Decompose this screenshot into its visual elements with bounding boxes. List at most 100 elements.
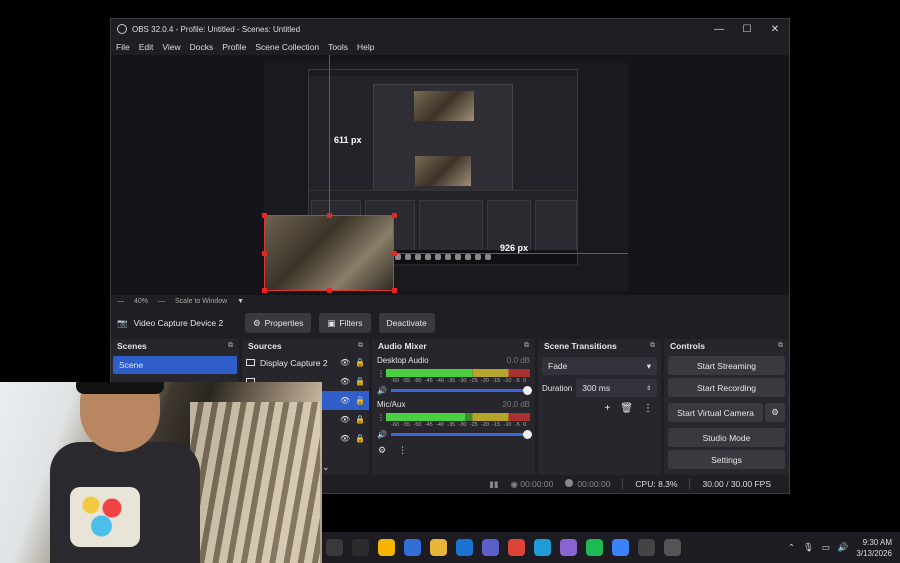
selected-source-name: Video Capture Device 2: [133, 318, 224, 328]
zoom-in-icon[interactable]: —: [158, 298, 165, 305]
game-app-icon[interactable]: [378, 539, 395, 556]
volume-meter: [386, 369, 530, 377]
volume-icon[interactable]: 🔊: [838, 542, 849, 553]
fps-readout: 30.00 / 30.00 FPS: [702, 479, 771, 489]
volume-slider[interactable]: [390, 430, 532, 439]
lock-icon[interactable]: 🔒: [355, 415, 365, 424]
edge-icon[interactable]: [534, 539, 551, 556]
volume-meter: [386, 413, 530, 421]
transition-select[interactable]: Fade ▾: [542, 357, 657, 375]
stream-icon: ◉: [510, 478, 521, 489]
studio-mode-button[interactable]: Studio Mode: [668, 428, 785, 447]
volume-slider[interactable]: [390, 386, 532, 395]
eye-icon[interactable]: 👁: [340, 415, 350, 424]
source-row[interactable]: Display Capture 2 👁 🔒: [242, 353, 369, 372]
measure-top-label: 611 px: [334, 135, 362, 145]
stream-indicator: ◉ 00:00:00: [510, 478, 554, 489]
filters-button[interactable]: ▣ Filters: [319, 313, 371, 333]
mixer-channel-mic: Mic/Aux 20.0 dB ⋮ -60 -55 -50 -45 -40 -35 -30-…: [372, 397, 535, 441]
mixer-menu-icon[interactable]: ⋮: [398, 445, 407, 456]
skull-app-icon[interactable]: [664, 539, 681, 556]
shirt-graphic: [70, 487, 140, 547]
menu-scene-collection[interactable]: Scene Collection: [255, 42, 319, 52]
microphone-icon[interactable]: 🎙: [803, 542, 814, 553]
channel-menu-icon[interactable]: ⋮: [377, 413, 385, 422]
dock-float-icon[interactable]: ⧉: [650, 342, 655, 350]
eye-icon[interactable]: 👁: [340, 396, 350, 405]
eye-icon[interactable]: 👁: [340, 377, 350, 386]
scene-canvas[interactable]: 611 px 926 px: [262, 55, 628, 293]
spotify-icon[interactable]: [586, 539, 603, 556]
scene-item[interactable]: Scene: [113, 356, 237, 374]
menu-docks[interactable]: Docks: [190, 42, 214, 52]
clock[interactable]: 9:30 AM 3/13/2026: [856, 537, 892, 559]
zoom-bar: — 40% — Scale to Window ▼: [111, 295, 789, 307]
speaker-icon[interactable]: 🔊: [377, 386, 387, 395]
menu-help[interactable]: Help: [357, 42, 374, 52]
virtual-camera-settings-icon[interactable]: ⚙: [765, 403, 785, 422]
stepper-icon[interactable]: ⇕: [646, 385, 651, 392]
lock-icon[interactable]: 🔒: [355, 377, 365, 386]
duration-input[interactable]: 300 ms ⇕: [576, 379, 657, 397]
start-recording-button[interactable]: Start Recording: [668, 378, 785, 397]
mixer-channel-desktop: Desktop Audio 0.0 dB ⋮ -60 -55 -50 -45 -40 -3…: [372, 353, 535, 397]
add-transition-icon[interactable]: +: [604, 403, 610, 414]
menu-edit[interactable]: Edit: [139, 42, 154, 52]
display-icon[interactable]: ▭: [822, 542, 830, 553]
rec-indicator: 00:00:00: [565, 479, 610, 489]
scenes-title: Scenes: [117, 341, 147, 351]
obs-app-icon[interactable]: [326, 539, 343, 556]
file-explorer-icon[interactable]: [352, 539, 369, 556]
minimize-button[interactable]: —: [705, 24, 733, 35]
close-button[interactable]: ✕: [761, 24, 789, 35]
obs-logo-icon: [117, 24, 127, 34]
folder-icon[interactable]: [430, 539, 447, 556]
deactivate-button[interactable]: Deactivate: [378, 313, 435, 333]
lock-icon[interactable]: 🔒: [355, 434, 365, 443]
teams-icon[interactable]: [482, 539, 499, 556]
chrome-icon[interactable]: [508, 539, 525, 556]
start-virtual-camera-button[interactable]: Start Virtual Camera: [668, 403, 763, 422]
app-blue-icon[interactable]: [612, 539, 629, 556]
start-streaming-button[interactable]: Start Streaming: [668, 356, 785, 375]
dock-float-icon[interactable]: ⧉: [228, 342, 233, 350]
speaker-icon[interactable]: 🔊: [377, 430, 387, 439]
menu-tools[interactable]: Tools: [328, 42, 348, 52]
channel-db: 20.0 dB: [502, 400, 530, 409]
menu-file[interactable]: File: [116, 42, 130, 52]
channel-menu-icon[interactable]: ⋮: [377, 369, 385, 378]
obs-running-icon[interactable]: [638, 539, 655, 556]
trash-icon[interactable]: 🗑: [620, 403, 633, 414]
menu-profile[interactable]: Profile: [222, 42, 246, 52]
eye-icon[interactable]: 👁: [340, 434, 350, 443]
dock-float-icon[interactable]: ⧉: [778, 342, 783, 350]
cpu-usage: CPU: 8.3%: [635, 479, 678, 489]
chevron-up-icon[interactable]: ⌃: [788, 542, 795, 553]
channel-name: Desktop Audio: [377, 356, 429, 365]
transitions-title: Scene Transitions: [544, 341, 617, 351]
menu-view[interactable]: View: [162, 42, 180, 52]
transition-menu-icon[interactable]: ⋮: [643, 403, 653, 414]
chevron-down-icon: ▾: [646, 360, 651, 371]
dock-float-icon[interactable]: ⧉: [358, 342, 363, 350]
maximize-button[interactable]: ☐: [733, 24, 761, 35]
properties-button[interactable]: ⚙ Properties: [245, 313, 312, 333]
zoom-dropdown-icon[interactable]: ▼: [237, 298, 244, 305]
record-icon: [565, 479, 574, 487]
settings-button[interactable]: Settings: [668, 450, 785, 469]
mail-icon[interactable]: [456, 539, 473, 556]
mixer-settings-icon[interactable]: ⚙: [378, 445, 386, 456]
lock-icon[interactable]: 🔒: [355, 358, 365, 367]
store-icon[interactable]: [404, 539, 421, 556]
dock-float-icon[interactable]: ⧉: [524, 342, 529, 350]
eye-icon[interactable]: 👁: [340, 358, 350, 367]
menu-bar: File Edit View Docks Profile Scene Colle…: [111, 39, 789, 55]
lock-icon[interactable]: 🔒: [355, 396, 365, 405]
chevron-down-icon[interactable]: ⌄: [322, 462, 330, 473]
copilot-icon[interactable]: [560, 539, 577, 556]
monitor-icon: [246, 359, 255, 366]
zoom-out-icon[interactable]: —: [117, 298, 124, 305]
webcam-source-selected[interactable]: [264, 215, 394, 291]
webcam-overlay: [0, 382, 322, 563]
preview-area[interactable]: 611 px 926 px: [111, 55, 789, 295]
